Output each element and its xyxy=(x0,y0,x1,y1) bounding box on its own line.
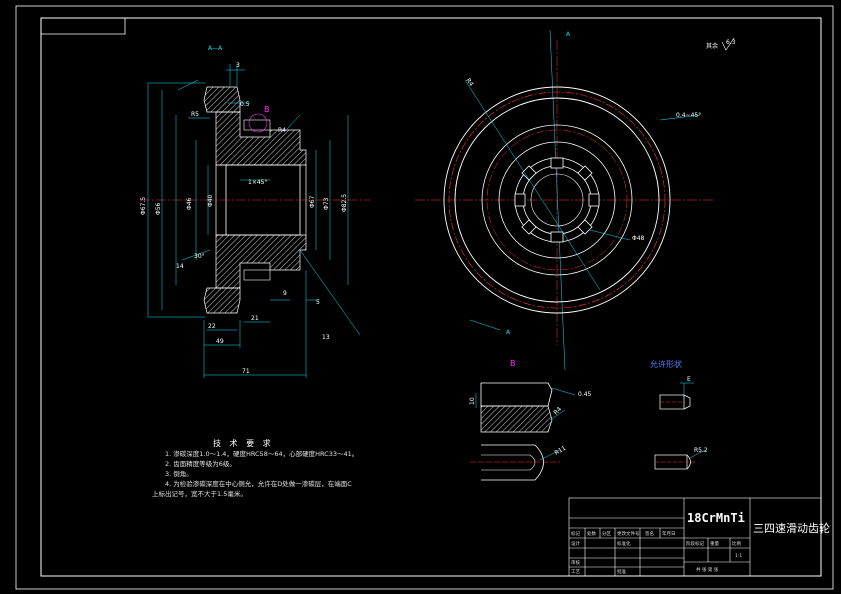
tech-req-3: 3. 倒角。 xyxy=(165,469,193,478)
dim-30deg: 30° xyxy=(194,253,205,260)
tb-check: 审核 xyxy=(571,559,580,566)
title-block xyxy=(568,497,822,577)
dim-d82-5: Φ82.5 xyxy=(341,194,348,212)
dim-r4: R4 xyxy=(278,127,286,134)
dim-71: 71 xyxy=(242,368,250,375)
dim-9: 9 xyxy=(283,290,287,297)
allowed-shape-label: 允许形状 xyxy=(650,359,682,369)
dim-0-45: 0.45 xyxy=(578,391,592,398)
detail-b-label: B xyxy=(510,359,516,368)
detail-dim-r4: R4 xyxy=(552,406,563,417)
dim-d56: Φ56 xyxy=(155,202,162,215)
tech-req-title: 技 术 要 求 xyxy=(213,438,274,448)
roughness-note: 其余 6.3 xyxy=(706,37,736,51)
tb-count: 处数 xyxy=(587,530,596,537)
dim-14: 14 xyxy=(176,263,184,270)
tech-req-1: 1. 渗碳深度1.0～1.4，硬度HRC58～64，心部硬度HRC33～41。 xyxy=(165,449,358,458)
material-label: 18CrMnTi xyxy=(687,511,745,525)
detail-b: B 0.45 10 R4 R11 xyxy=(469,359,592,481)
corner-box xyxy=(41,18,126,35)
tb-sheet: 共 张 第 张 xyxy=(696,566,719,573)
tb-stage: 阶段标记 xyxy=(686,540,704,547)
dim-5: 5 xyxy=(316,299,320,306)
dim-d40: Φ40 xyxy=(207,194,214,207)
dim-0-5: 0.5 xyxy=(240,101,250,108)
section-mark-bottom: A xyxy=(506,329,511,336)
dim-22: 22 xyxy=(208,323,216,330)
outer-border xyxy=(15,5,834,590)
dim-49: 49 xyxy=(216,338,224,345)
engineering-drawing: A—A 3 0.5 R5 Φ67.5 Φ56 Φ46 Φ40 Φ67 Φ73 Φ… xyxy=(15,5,834,590)
dim-d73: Φ73 xyxy=(323,197,330,210)
dim-13: 13 xyxy=(322,334,330,341)
dim-r5: R5 xyxy=(191,111,199,118)
tb-approve: 批准 xyxy=(617,568,626,575)
tb-zone: 分区 xyxy=(602,530,611,537)
tb-sign: 签名 xyxy=(645,530,654,537)
tb-ratio: 1:1 xyxy=(735,553,742,559)
technical-requirements: 技 术 要 求 1. 渗碳深度1.0～1.4，硬度HRC58～64，心部硬度HR… xyxy=(152,438,358,498)
tech-req-4b: 上标出记号，宽不大于1.5毫米。 xyxy=(152,489,247,498)
dim-10: 10 xyxy=(469,397,476,405)
tb-design: 设计 xyxy=(571,540,580,547)
dim-r5-2: R5.2 xyxy=(694,447,708,454)
part-name: 三四速滑动齿轮 xyxy=(753,521,830,535)
section-label: A—A xyxy=(208,45,223,52)
dim-d67: Φ67 xyxy=(309,195,316,208)
dim-d67-5: Φ67.5 xyxy=(140,197,147,215)
section-mark-top: A xyxy=(566,31,571,38)
dim-3: 3 xyxy=(236,62,240,69)
dim-21: 21 xyxy=(251,315,259,322)
dim-chamfer: 1×45° xyxy=(248,179,267,186)
tb-scale: 比例 xyxy=(732,540,741,547)
tech-req-2: 2. 齿面精度等级为6级。 xyxy=(165,459,236,468)
dim-chamfer-045: 0.4~45° xyxy=(676,112,701,119)
tb-change-doc: 更改文件号 xyxy=(617,530,640,537)
tb-mark: 标记 xyxy=(571,530,580,537)
front-view: A A R4 0.4~45° Φ48 xyxy=(415,29,715,371)
tb-standard: 标准化 xyxy=(617,540,631,547)
front-dim-r4: R4 xyxy=(464,77,474,88)
tb-process: 工艺 xyxy=(571,569,580,575)
allowed-shape: 允许形状 E R5.2 xyxy=(650,359,708,470)
tb-date: 年月日 xyxy=(662,530,676,537)
dim-d46: Φ46 xyxy=(186,197,193,210)
dim-e: E xyxy=(687,376,691,383)
tb-weight: 重量 xyxy=(710,540,719,547)
section-view: A—A 3 0.5 R5 Φ67.5 Φ56 Φ46 Φ40 Φ67 Φ73 Φ… xyxy=(140,45,370,378)
dim-r11: R11 xyxy=(554,445,568,457)
detail-b-marker: B xyxy=(264,105,270,114)
dim-d48: Φ48 xyxy=(632,235,645,242)
roughness-label: 其余 xyxy=(706,42,718,50)
tech-req-4: 4. 为检验渗碳深度在中心侧允，允许在D处做一渗碳层，在端面C xyxy=(165,479,352,488)
